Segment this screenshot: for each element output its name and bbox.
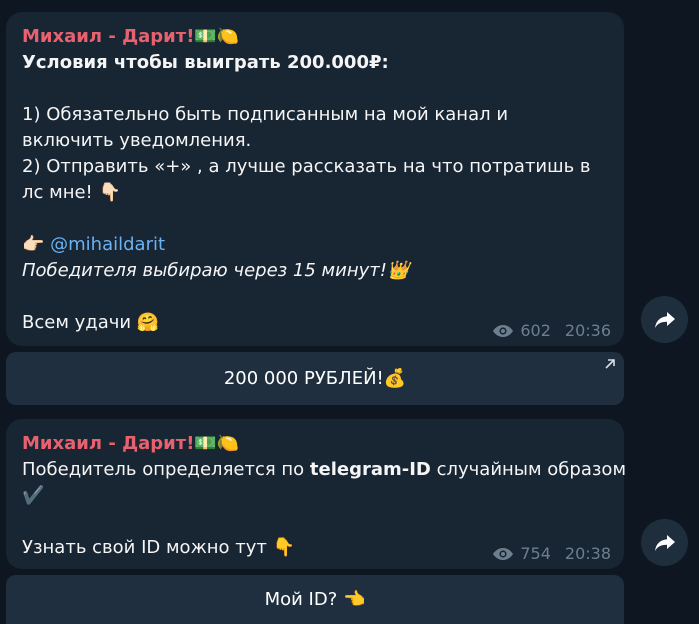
share-button[interactable] bbox=[641, 296, 688, 343]
message-meta: 602 20:36 bbox=[492, 321, 611, 340]
sender-name[interactable]: Михаил - Дарит!💵🍋 bbox=[22, 24, 608, 50]
message-bubble: Михаил - Дарит!💵🍋 Победитель определяетс… bbox=[6, 419, 626, 569]
message-line: включить уведомления. bbox=[22, 130, 252, 151]
share-arrow-icon bbox=[654, 534, 675, 551]
message-line: 2) Отправить «+» , а лучше рассказать на… bbox=[22, 156, 591, 177]
text-segment-bold: telegram-ID bbox=[309, 459, 431, 480]
share-button[interactable] bbox=[641, 519, 688, 566]
message-meta: 754 20:38 bbox=[492, 544, 611, 563]
message-line: 1) Обязательно быть подписанным на мой к… bbox=[22, 104, 509, 125]
message-time: 20:36 bbox=[564, 321, 611, 340]
view-count: 754 bbox=[520, 544, 551, 563]
message-line: Условия чтобы выиграть 200.000₽: bbox=[22, 52, 389, 73]
message-line: Победитель определяется по telegram-ID с… bbox=[22, 457, 626, 483]
share-arrow-icon bbox=[654, 311, 675, 328]
inline-link-button[interactable]: 200 000 РУБЛЕЙ!💰 bbox=[6, 352, 624, 405]
message-line: лс мне! 👇🏻 bbox=[22, 182, 121, 203]
message-line: Победителя выбираю через 15 минут!👑 bbox=[22, 260, 410, 281]
eye-icon bbox=[492, 547, 514, 561]
eye-icon bbox=[492, 324, 514, 338]
text-segment: случайным образом bbox=[430, 459, 627, 480]
message-bubble: Михаил - Дарит!💵🍋 Условия чтобы выиграть… bbox=[6, 12, 624, 346]
message-time: 20:38 bbox=[564, 544, 611, 563]
checkmark-line: ✔️ bbox=[22, 485, 45, 506]
text-segment: Победитель определяется по bbox=[22, 459, 310, 480]
sender-name[interactable]: Михаил - Дарит!💵🍋 bbox=[22, 431, 608, 457]
pointing-hand-emoji: 👉🏻 bbox=[22, 234, 51, 255]
button-label: 200 000 РУБЛЕЙ!💰 bbox=[223, 368, 407, 389]
view-count: 602 bbox=[520, 321, 551, 340]
button-label: Мой ID? 👈 bbox=[264, 589, 366, 610]
external-link-arrow-icon bbox=[605, 359, 615, 369]
channel-mention-link[interactable]: @mihaildarit bbox=[50, 234, 165, 255]
mention-line: 👉🏻 @mihaildarit bbox=[22, 232, 608, 258]
inline-button[interactable]: Мой ID? 👈 bbox=[6, 575, 624, 624]
